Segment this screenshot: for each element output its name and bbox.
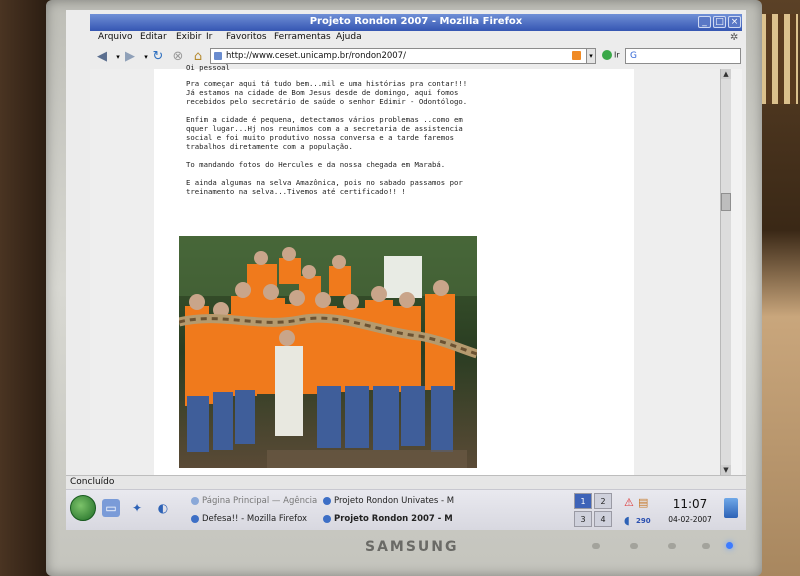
rss-feed-icon[interactable] <box>572 51 581 60</box>
screen: Projeto Rondon 2007 - Mozilla Firefox _ … <box>66 10 746 530</box>
menu-ferramentas[interactable]: Ferramentas <box>274 32 331 42</box>
task-item-active[interactable]: Projeto Rondon 2007 - M <box>322 512 454 526</box>
pager-desktop-1[interactable]: 1 <box>574 493 592 509</box>
monitor-brand: SAMSUNG <box>365 539 459 555</box>
window-titlebar[interactable]: Projeto Rondon 2007 - Mozilla Firefox _ … <box>90 14 742 31</box>
throbber-icon: ✲ <box>730 32 739 43</box>
pager-desktop-2[interactable]: 2 <box>594 493 612 509</box>
go-label: Ir <box>614 50 620 60</box>
menu-ajuda[interactable]: Ajuda <box>336 32 362 42</box>
forward-arrow-icon[interactable]: ▶ <box>122 49 138 65</box>
status-text: Concluído <box>70 477 115 487</box>
task-icon <box>191 497 199 505</box>
network-icon[interactable]: ✦ <box>128 499 146 517</box>
bezel-button[interactable] <box>702 543 710 549</box>
task-icon <box>323 515 331 523</box>
window-title: Projeto Rondon 2007 - Mozilla Firefox <box>309 16 523 27</box>
desktop-pager: 1 2 3 4 <box>574 493 612 527</box>
task-item[interactable]: Projeto Rondon Univates - M <box>322 494 454 508</box>
post-text: Oi pessoal Pra começar aqui tá tudo bem.… <box>186 63 476 196</box>
clock-date: 04-02-2007 <box>668 515 712 524</box>
paragraph: To mandando fotos do Hercules e da nossa… <box>186 160 446 169</box>
scroll-up-icon[interactable]: ▲ <box>721 69 731 79</box>
clock-time[interactable]: 11:07 <box>662 497 718 511</box>
paragraph: E ainda algumas na selva Amazônica, pois… <box>186 178 463 196</box>
bezel-button[interactable] <box>592 543 600 549</box>
task-label: Defesa!! - Mozilla Firefox <box>202 514 308 524</box>
scroll-down-icon[interactable]: ▼ <box>721 465 731 475</box>
desktop-icon[interactable]: ▭ <box>102 499 120 517</box>
tray-counter: 290 <box>636 517 651 525</box>
menu-ir[interactable]: Ir <box>206 32 212 42</box>
vertical-scrollbar[interactable]: ▲ ▼ <box>720 69 731 475</box>
task-item[interactable]: Página Principal — Agência <box>190 494 318 508</box>
task-label: Projeto Rondon Univates - M <box>334 496 454 506</box>
volume-icon[interactable]: ◖ <box>624 514 630 528</box>
search-input[interactable]: G <box>625 48 741 64</box>
menu-editar[interactable]: Editar <box>140 32 167 42</box>
go-icon <box>602 50 612 60</box>
maximize-button[interactable]: □ <box>713 16 726 28</box>
start-menu-icon[interactable] <box>70 495 96 521</box>
task-label: Projeto Rondon 2007 - M <box>334 514 453 524</box>
close-button[interactable]: × <box>728 16 741 28</box>
paragraph: Enfim a cidade é pequena, detectamos vár… <box>186 115 463 151</box>
reload-icon[interactable]: ↻ <box>150 49 166 65</box>
menu-exibir[interactable]: Exibir <box>176 32 201 42</box>
task-item[interactable]: Defesa!! - Mozilla Firefox <box>190 512 318 526</box>
clipboard-icon[interactable]: ▤ <box>638 496 648 510</box>
page-margin-left <box>90 69 154 475</box>
paragraph: Oi pessoal <box>186 63 230 72</box>
menu-favoritos[interactable]: Favoritos <box>226 32 267 42</box>
scroll-thumb[interactable] <box>721 193 731 211</box>
pager-desktop-3[interactable]: 3 <box>574 511 592 527</box>
site-favicon-icon <box>214 52 222 60</box>
bezel-button[interactable] <box>630 543 638 549</box>
page-margin-right <box>634 69 720 475</box>
task-icon <box>191 515 199 523</box>
url-bar[interactable]: http://www.ceset.unicamp.br/rondon2007/ <box>210 48 594 64</box>
menu-bar: Arquivo Editar Exibir Ir Favoritos Ferra… <box>90 31 742 45</box>
task-icon <box>323 497 331 505</box>
paragraph: Pra começar aqui tá tudo bem...mil e uma… <box>186 79 468 106</box>
group-photo[interactable] <box>179 236 477 468</box>
back-arrow-icon[interactable]: ◀ <box>94 49 110 65</box>
browser-launcher-icon[interactable]: ◐ <box>154 499 172 517</box>
group-photo-image <box>179 236 477 468</box>
url-history-dropdown[interactable]: ▾ <box>586 48 596 64</box>
pager-desktop-4[interactable]: 4 <box>594 511 612 527</box>
go-button[interactable]: Ir <box>602 50 620 60</box>
bezel-button[interactable] <box>668 543 676 549</box>
status-bar: Concluído <box>66 475 746 489</box>
power-led[interactable] <box>726 542 733 549</box>
minimize-button[interactable]: _ <box>698 16 711 28</box>
taskbar: ▭ ✦ ◐ Página Principal — Agência Projeto… <box>66 489 746 530</box>
menu-arquivo[interactable]: Arquivo <box>98 32 132 42</box>
stop-icon[interactable]: ⊗ <box>170 49 186 65</box>
url-text: http://www.ceset.unicamp.br/rondon2007/ <box>226 51 406 61</box>
warning-icon[interactable]: ⚠ <box>624 496 634 510</box>
trash-icon[interactable] <box>724 498 738 518</box>
page-viewport: Oi pessoal Pra começar aqui tá tudo bem.… <box>90 63 742 475</box>
task-label: Página Principal — Agência <box>202 496 318 506</box>
